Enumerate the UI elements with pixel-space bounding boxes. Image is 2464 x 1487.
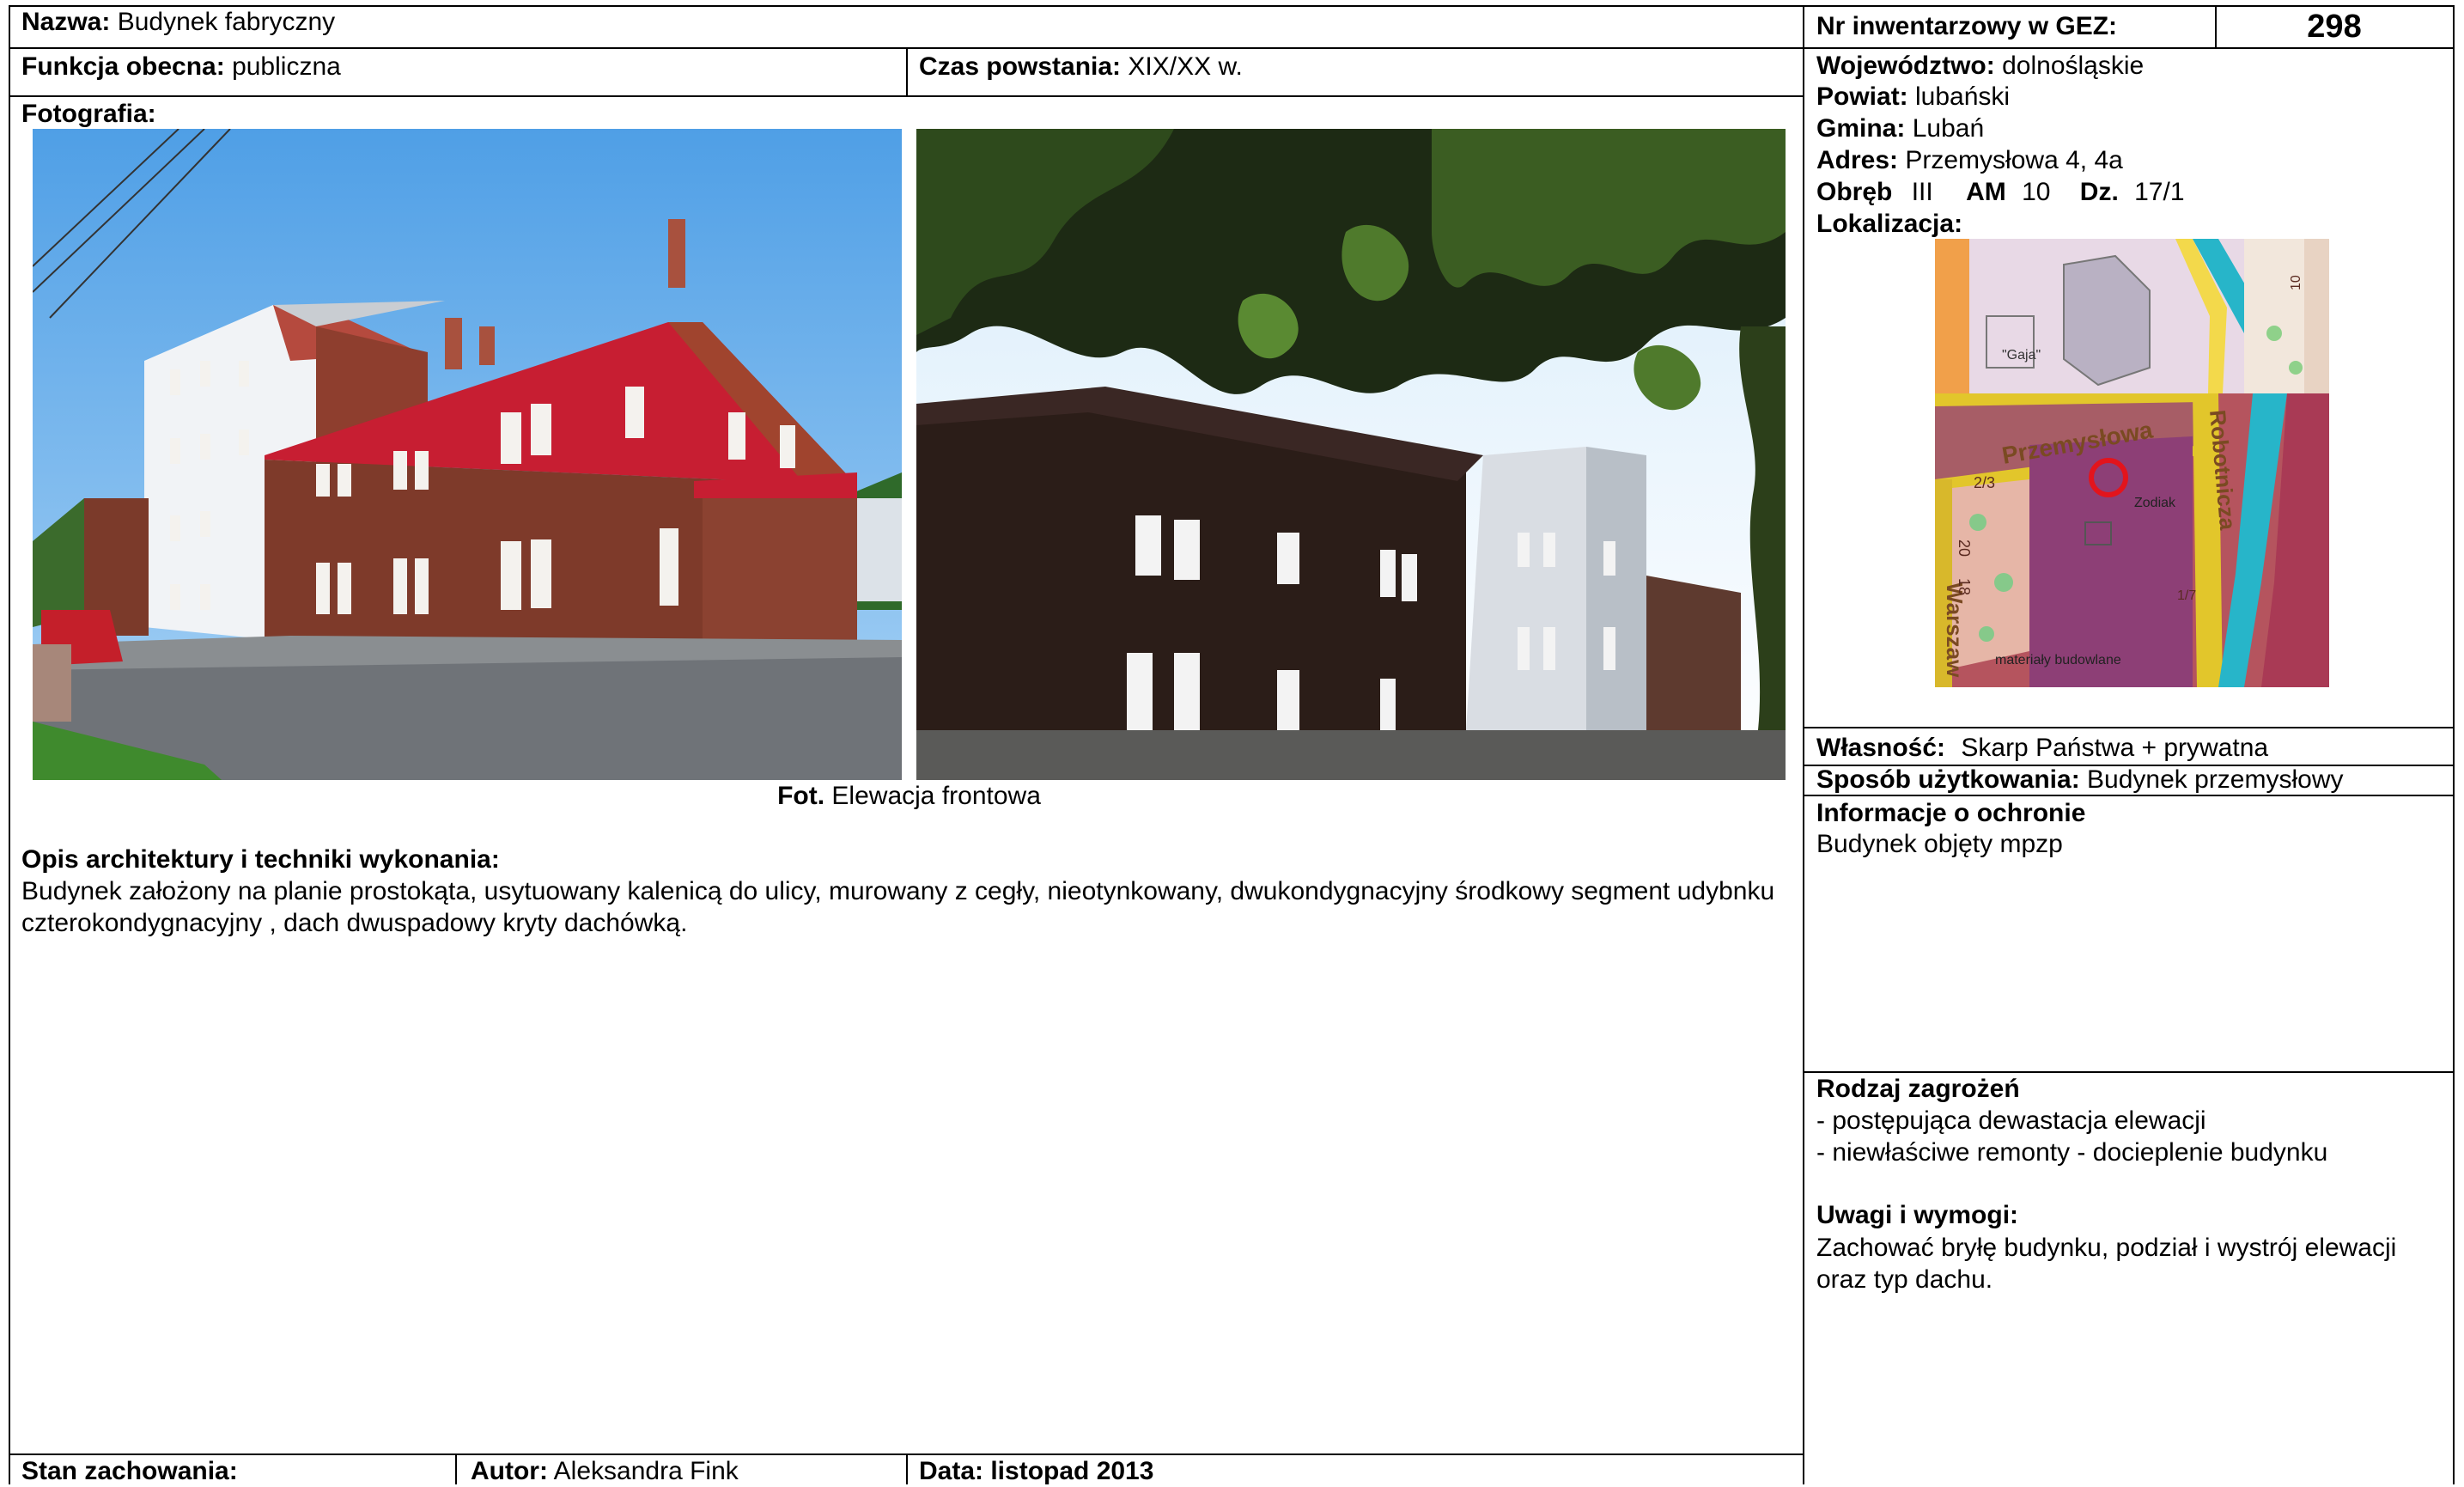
description-title: Opis architektury i techniki wykonania: <box>21 845 500 874</box>
photo-caption: Fot. Elewacja frontowa <box>33 781 1786 812</box>
localization-label: Lokalizacja: <box>1816 210 1963 238</box>
remarks-title: Uwagi i wymogi: <box>1816 1201 2019 1229</box>
cadastral-field: Obręb III AM 10 Dz. 17/1 <box>1816 177 2185 208</box>
survey-date: Data: listopad 2013 <box>919 1457 1154 1485</box>
border-right <box>2453 5 2455 1484</box>
threats-title: Rodzaj zagrożeń <box>1816 1075 2020 1103</box>
divider-main-column <box>1803 5 1804 1484</box>
description-text: Budynek założony na planie prostokąta, u… <box>21 877 1775 937</box>
usage-field: Sposób użytkowania: Budynek przemysłowy <box>1816 765 2344 795</box>
divider-threats-top <box>1804 1071 2454 1073</box>
name-field: Nazwa: Budynek fabryczny <box>21 7 335 38</box>
precinct-value: III <box>1911 178 1933 206</box>
usage-label: Sposób użytkowania: <box>1816 765 2080 794</box>
voivodeship-value: dolnośląskie <box>2002 52 2145 80</box>
address-value: Przemysłowa 4, 4a <box>1905 146 2123 174</box>
border-top <box>9 5 2455 7</box>
creation-date-value: XIX/XX w. <box>1128 52 1243 81</box>
commune-field: Gmina: Lubań <box>1816 113 1984 144</box>
threat-item: - niewłaściwe remonty - docieplenie budy… <box>1816 1138 2328 1167</box>
map-label-num-e: 1/7 <box>2177 588 2196 603</box>
usage-value: Budynek przemysłowy <box>2087 765 2344 794</box>
plot-label: Dz. <box>2079 178 2119 206</box>
map-label-gaja: "Gaja" <box>2002 348 2041 363</box>
divider-ownership-top <box>1804 727 2454 728</box>
ownership-label: Własność: <box>1816 734 1946 762</box>
function-label: Funkcja obecna: <box>21 52 225 81</box>
precinct-label: Obręb <box>1816 178 1893 206</box>
author-label: Autor: <box>471 1457 548 1485</box>
map-label-num-a: 2/3 <box>1974 474 1995 491</box>
address-field: Adres: Przemysłowa 4, 4a <box>1816 145 2123 176</box>
plot-value: 17/1 <box>2134 178 2185 206</box>
divider-row1 <box>9 47 2455 49</box>
author-field: Autor: Aleksandra Fink <box>471 1456 739 1487</box>
voivodeship-field: Województwo: dolnośląskie <box>1816 51 2144 82</box>
photo-front-right <box>916 129 1786 780</box>
location-map: "Gaja" Przemysłowa Robotnicza Warszaw Zo… <box>1935 239 2329 687</box>
photo-label: Fotografia: <box>21 100 156 128</box>
address-label: Adres: <box>1816 146 1899 174</box>
map-label-num-c: 18 <box>1956 578 1973 595</box>
creation-date-label: Czas powstania: <box>919 52 1122 81</box>
photo-caption-value: Elewacja frontowa <box>831 782 1041 810</box>
county-field: Powiat: lubański <box>1816 82 2010 113</box>
name-label: Nazwa: <box>21 8 111 36</box>
map-label-zodiak: Zodiak <box>2134 496 2176 510</box>
protection-title: Informacje o ochronie <box>1816 799 2086 827</box>
am-label: AM <box>1966 178 2006 206</box>
inventory-number: 298 <box>2307 9 2362 45</box>
county-label: Powiat: <box>1816 82 1908 111</box>
photo-front-left <box>33 129 902 780</box>
voivodeship-label: Województwo: <box>1816 52 1995 80</box>
county-value: lubański <box>1915 82 2011 111</box>
photo-caption-label: Fot. <box>777 782 825 810</box>
ownership-field: Własność: Skarp Państwa + prywatna <box>1816 733 2268 764</box>
divider-footer-1 <box>455 1453 457 1484</box>
divider-footer-2 <box>906 1453 908 1484</box>
map-label-street-warszawska: Warszaw <box>1942 582 1968 678</box>
commune-value: Lubań <box>1912 114 1985 143</box>
name-value: Budynek fabryczny <box>117 8 336 36</box>
border-left <box>9 5 10 1484</box>
commune-label: Gmina: <box>1816 114 1906 143</box>
author-value: Aleksandra Fink <box>553 1457 739 1485</box>
map-label-num-d: 10 <box>2289 275 2303 290</box>
inventory-label: Nr inwentarzowy w GEZ: <box>1816 12 2118 40</box>
creation-date-field: Czas powstania: XIX/XX w. <box>919 52 1243 82</box>
threat-item: - postępująca dewastacja elewacji <box>1816 1106 2206 1135</box>
divider-row2-mid <box>906 47 908 96</box>
map-label-materials: materiały budowlane <box>1995 653 2121 667</box>
am-value: 10 <box>2022 178 2051 206</box>
ownership-value: Skarp Państwa + prywatna <box>1961 734 2269 762</box>
remarks-text: Zachować bryłę budynku, podział i wystró… <box>1816 1234 2397 1294</box>
function-value: publiczna <box>232 52 341 81</box>
function-field: Funkcja obecna: publiczna <box>21 52 341 82</box>
protection-value: Budynek objęty mpzp <box>1816 830 2063 858</box>
map-label-num-b: 20 <box>1956 539 1973 557</box>
condition-label: Stan zachowania: <box>21 1457 238 1485</box>
